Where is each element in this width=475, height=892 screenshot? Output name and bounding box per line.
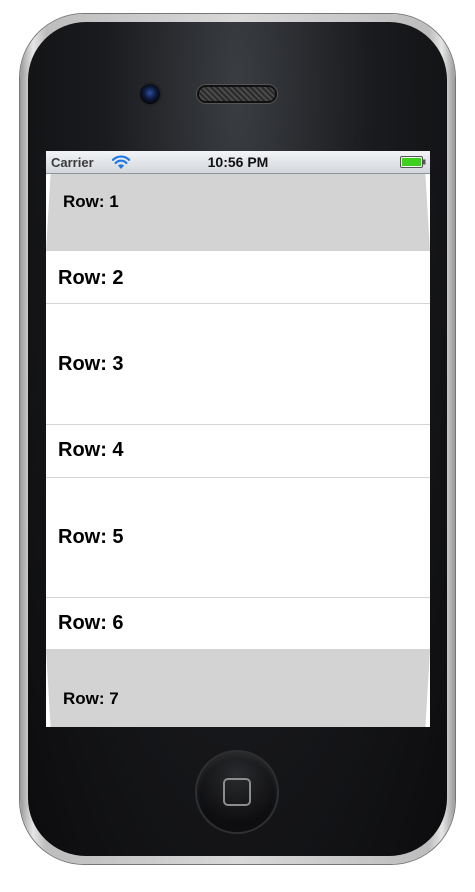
table-row[interactable]: Row: 4 [46, 425, 430, 478]
home-button[interactable] [197, 752, 277, 832]
home-square-icon [223, 778, 251, 806]
table-row[interactable]: Row: 3 [46, 304, 430, 425]
row-label: Row: 1 [63, 192, 119, 211]
status-bar: Carrier 10:56 PM [46, 151, 430, 174]
row-label: Row: 3 [58, 353, 124, 375]
table-row[interactable]: Row: 2 [46, 251, 430, 304]
status-time: 10:56 PM [207, 154, 269, 170]
battery-full-icon [400, 156, 426, 168]
row-label: Row: 2 [58, 267, 124, 289]
earpiece-speaker-icon [197, 85, 277, 103]
front-camera-icon [140, 84, 160, 104]
table-row[interactable]: Row: 6 [46, 598, 430, 650]
table-row[interactable]: Row: 5 [46, 478, 430, 598]
phone-screen: Carrier 10:56 PM Row: 1 Row: 2 Row: 3 Ro… [46, 151, 430, 727]
row-label: Row: 7 [63, 689, 119, 708]
row-label: Row: 6 [58, 612, 124, 634]
table-row[interactable]: Row: 1 [46, 174, 430, 251]
row-label: Row: 5 [58, 526, 124, 548]
table-row[interactable]: Row: 7 [46, 650, 430, 727]
row-label: Row: 4 [58, 439, 124, 461]
